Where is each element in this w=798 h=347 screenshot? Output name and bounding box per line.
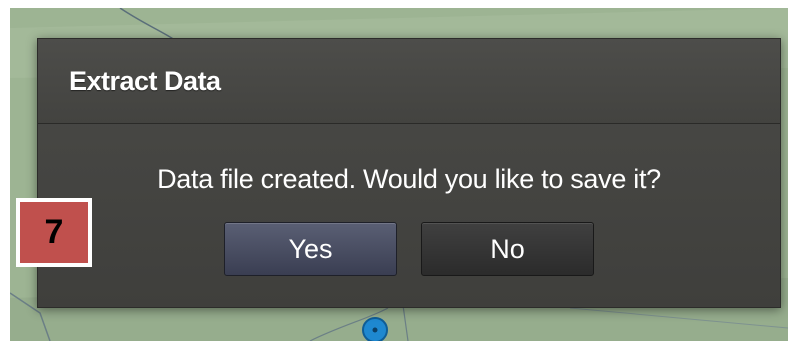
dialog-title: Extract Data [69,65,221,96]
extract-data-dialog: Extract Data Data file created. Would yo… [37,38,781,308]
screenshot-frame: Extract Data Data file created. Would yo… [10,8,788,341]
no-button[interactable]: No [421,222,594,276]
dialog-message-row: Data file created. Would you like to sav… [38,164,780,195]
dialog-title-bar: Extract Data [38,39,780,124]
step-number-badge: 7 [16,198,92,267]
dialog-button-row: Yes No [224,222,594,276]
yes-button[interactable]: Yes [224,222,397,276]
dialog-message: Data file created. Would you like to sav… [157,164,661,194]
